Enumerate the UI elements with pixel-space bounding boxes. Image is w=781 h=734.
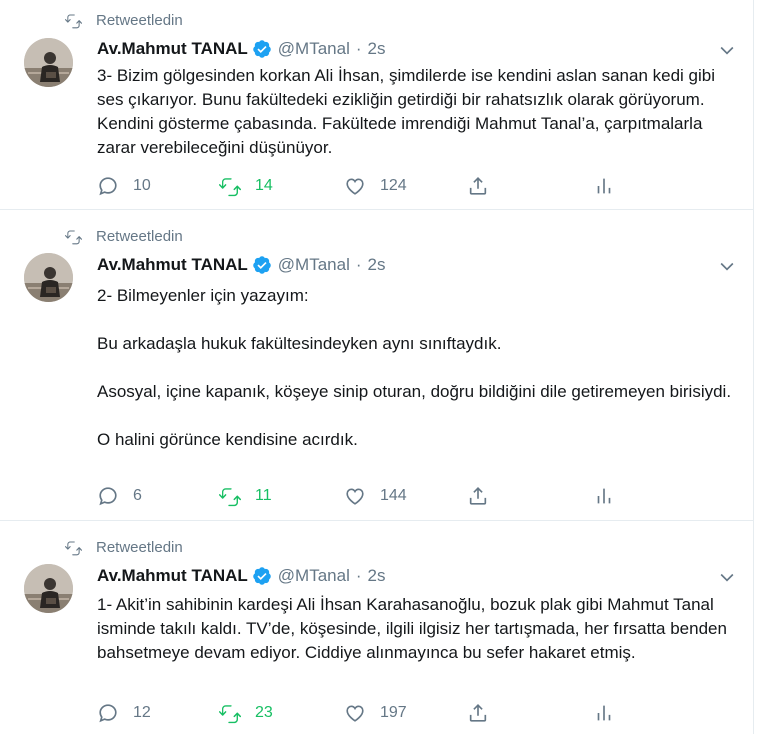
retweet-button[interactable]: 23: [219, 701, 273, 725]
retweet-icon: [65, 13, 82, 28]
reply-button[interactable]: 12: [97, 701, 151, 725]
retweet-indicator: Retweetledin: [65, 226, 183, 246]
display-name[interactable]: Av.Mahmut TANAL: [97, 566, 248, 586]
tweet-text: 2- Bilmeyenler için yazayım: Bu arkadaşl…: [97, 284, 737, 452]
tweet[interactable]: Retweetledin Av.Mahmut TANAL @MTanal · 2…: [0, 210, 753, 521]
retweet-button[interactable]: 11: [219, 484, 272, 508]
like-count: 197: [380, 704, 407, 721]
tweet[interactable]: Retweetledin Av.Mahmut TANAL @MTanal · 2…: [0, 521, 753, 734]
separator-dot: ·: [355, 39, 362, 58]
retweet-count: 14: [255, 177, 273, 194]
reply-button[interactable]: 6: [97, 484, 142, 508]
tweet-paragraph: 1- Akit’in sahibinin kardeşi Ali İhsan K…: [97, 595, 727, 662]
like-count: 124: [380, 177, 407, 194]
tweet-paragraph: 3- Bizim gölgesinden korkan Ali İhsan, ş…: [97, 66, 716, 157]
retweet-label: Retweetledin: [96, 538, 183, 556]
timestamp[interactable]: 2s: [368, 255, 386, 275]
tweet-paragraph: 2- Bilmeyenler için yazayım:: [97, 286, 309, 305]
retweet-indicator: Retweetledin: [65, 537, 183, 557]
share-icon: [469, 704, 487, 722]
analytics-icon: [597, 705, 611, 721]
share-button[interactable]: [467, 174, 489, 198]
user-handle[interactable]: @MTanal: [278, 566, 350, 586]
chevron-down-icon[interactable]: [717, 40, 737, 60]
retweet-count: 11: [255, 487, 272, 504]
analytics-button[interactable]: [593, 484, 615, 508]
heart-icon: [346, 705, 364, 722]
avatar-photo: [24, 38, 73, 87]
verified-badge-icon: [253, 256, 271, 274]
heart-icon: [346, 178, 364, 195]
reply-icon: [99, 487, 117, 506]
reply-count: 10: [133, 177, 151, 194]
tweet-header: Av.Mahmut TANAL @MTanal · 2s: [97, 38, 386, 60]
reply-count: 12: [133, 704, 151, 721]
display-name[interactable]: Av.Mahmut TANAL: [97, 255, 248, 275]
tweet-paragraph: Bu arkadaşla hukuk fakültesindeyken aynı…: [97, 334, 502, 353]
chevron-down-icon[interactable]: [717, 256, 737, 276]
share-icon: [469, 487, 487, 505]
avatar[interactable]: [24, 253, 73, 302]
reply-icon: [99, 704, 117, 723]
separator-dot: ·: [355, 255, 362, 274]
display-name[interactable]: Av.Mahmut TANAL: [97, 39, 248, 59]
timestamp[interactable]: 2s: [368, 566, 386, 586]
like-count: 144: [380, 487, 407, 504]
tweet-header: Av.Mahmut TANAL @MTanal · 2s: [97, 565, 386, 587]
chevron-down-icon[interactable]: [717, 567, 737, 587]
retweet-icon: [219, 178, 241, 197]
retweet-count: 23: [255, 704, 273, 721]
timeline-feed: Retweetledin Av.Mahmut TANAL @MTanal · 2…: [0, 0, 754, 734]
user-handle[interactable]: @MTanal: [278, 255, 350, 275]
tweet-text: 3- Bizim gölgesinden korkan Ali İhsan, ş…: [97, 64, 737, 160]
user-handle[interactable]: @MTanal: [278, 39, 350, 59]
retweet-icon: [219, 488, 241, 507]
retweet-label: Retweetledin: [96, 11, 183, 29]
tweet-paragraph: Asosyal, içine kapanık, köşeye sinip otu…: [97, 382, 732, 401]
retweet-indicator: Retweetledin: [65, 10, 183, 30]
share-icon: [469, 177, 487, 195]
like-button[interactable]: 124: [344, 174, 407, 198]
share-button[interactable]: [467, 701, 489, 725]
share-button[interactable]: [467, 484, 489, 508]
avatar[interactable]: [24, 38, 73, 87]
like-button[interactable]: 197: [344, 701, 407, 725]
tweet-header: Av.Mahmut TANAL @MTanal · 2s: [97, 254, 386, 276]
retweet-icon: [65, 229, 82, 244]
analytics-button[interactable]: [593, 174, 615, 198]
analytics-button[interactable]: [593, 701, 615, 725]
tweet[interactable]: Retweetledin Av.Mahmut TANAL @MTanal · 2…: [0, 0, 753, 210]
avatar-photo: [24, 253, 73, 302]
like-button[interactable]: 144: [344, 484, 407, 508]
analytics-icon: [597, 488, 611, 504]
retweet-label: Retweetledin: [96, 227, 183, 245]
avatar-photo: [24, 564, 73, 613]
timestamp[interactable]: 2s: [368, 39, 386, 59]
retweet-icon: [219, 705, 241, 724]
tweet-text: 1- Akit’in sahibinin kardeşi Ali İhsan K…: [97, 593, 737, 665]
reply-icon: [99, 177, 117, 196]
heart-icon: [346, 488, 364, 505]
reply-count: 6: [133, 487, 142, 504]
reply-button[interactable]: 10: [97, 174, 151, 198]
verified-badge-icon: [253, 40, 271, 58]
retweet-button[interactable]: 14: [219, 174, 273, 198]
tweet-paragraph: O halini görünce kendisine acırdık.: [97, 430, 358, 449]
retweet-icon: [65, 540, 82, 555]
analytics-icon: [597, 178, 611, 194]
verified-badge-icon: [253, 567, 271, 585]
separator-dot: ·: [355, 566, 362, 585]
avatar[interactable]: [24, 564, 73, 613]
